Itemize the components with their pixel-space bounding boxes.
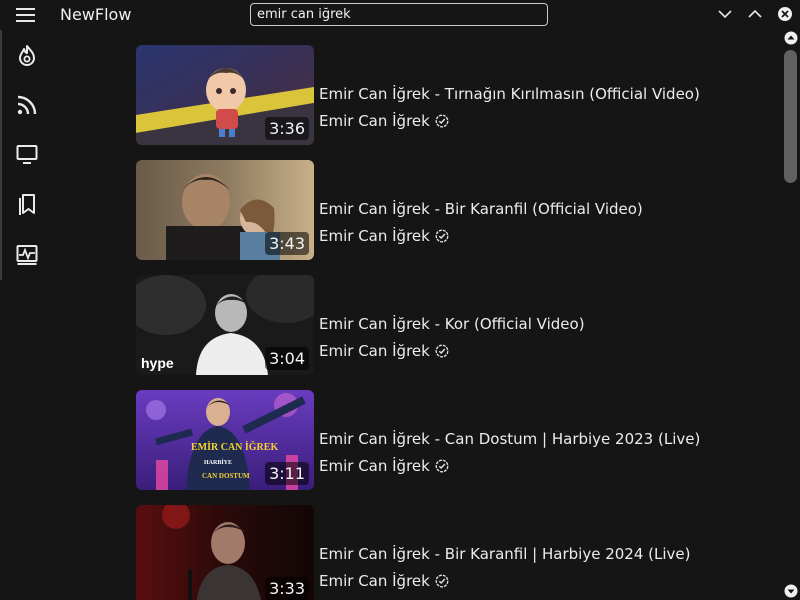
top-bar: NewFlow xyxy=(0,0,800,30)
video-item[interactable]: EMİR CAN İĞREK HARBİYE CAN DOSTUM 3:11 E… xyxy=(136,390,736,490)
channel-name: Emir Can İğrek xyxy=(319,572,430,590)
video-title[interactable]: Emir Can İğrek - Tırnağın Kırılmasın (Of… xyxy=(319,85,700,103)
video-channel[interactable]: Emir Can İğrek xyxy=(319,112,449,130)
thumb-logo: hype xyxy=(141,355,174,371)
thumb-song-text: CAN DOSTUM xyxy=(202,472,250,480)
video-title[interactable]: Emir Can İğrek - Bir Karanfil (Official … xyxy=(319,200,643,218)
video-duration: 3:43 xyxy=(265,232,309,255)
video-item[interactable]: hype 3:04 Emir Can İğrek - Kor (Official… xyxy=(136,275,736,375)
thumb-artist-text: EMİR CAN İĞREK xyxy=(191,442,279,453)
video-item[interactable]: 3:43 Emir Can İğrek - Bir Karanfil (Offi… xyxy=(136,160,736,260)
video-item[interactable]: 3:36 Emir Can İğrek - Tırnağın Kırılması… xyxy=(136,45,736,145)
video-channel[interactable]: Emir Can İğrek xyxy=(319,342,449,360)
video-duration: 3:36 xyxy=(265,117,309,140)
video-title[interactable]: Emir Can İğrek - Kor (Official Video) xyxy=(319,315,585,333)
channel-name: Emir Can İğrek xyxy=(319,112,430,130)
channel-name: Emir Can İğrek xyxy=(319,457,430,475)
video-title[interactable]: Emir Can İğrek - Bir Karanfil | Harbiye … xyxy=(319,545,690,563)
video-title[interactable]: Emir Can İğrek - Can Dostum | Harbiye 20… xyxy=(319,430,700,448)
scroll-up-icon[interactable] xyxy=(784,31,798,45)
video-thumbnail[interactable]: 3:33 xyxy=(136,505,314,600)
channel-name: Emir Can İğrek xyxy=(319,342,430,360)
video-thumbnail[interactable]: EMİR CAN İĞREK HARBİYE CAN DOSTUM 3:11 xyxy=(136,390,314,490)
thumb-venue-text: HARBİYE xyxy=(204,460,233,466)
video-thumbnail[interactable]: hype 3:04 xyxy=(136,275,314,375)
video-thumbnail[interactable]: 3:36 xyxy=(136,45,314,145)
close-icon[interactable] xyxy=(776,5,794,23)
verified-icon xyxy=(435,344,449,358)
verified-icon xyxy=(435,574,449,588)
channel-name: Emir Can İğrek xyxy=(319,227,430,245)
scroll-down-icon[interactable] xyxy=(784,584,798,598)
verified-icon xyxy=(435,229,449,243)
video-channel[interactable]: Emir Can İğrek xyxy=(319,572,449,590)
scrollbar-thumb[interactable] xyxy=(784,50,797,183)
video-duration: 3:04 xyxy=(265,347,309,370)
verified-icon xyxy=(435,114,449,128)
video-thumbnail[interactable]: 3:43 xyxy=(136,160,314,260)
video-channel[interactable]: Emir Can İğrek xyxy=(319,457,449,475)
chevron-down-icon[interactable] xyxy=(716,5,734,23)
video-item[interactable]: 3:33 Emir Can İğrek - Bir Karanfil | Har… xyxy=(136,505,736,600)
video-duration: 3:11 xyxy=(265,462,309,485)
search-input[interactable] xyxy=(257,5,537,23)
video-duration: 3:33 xyxy=(265,577,309,600)
chevron-up-icon[interactable] xyxy=(746,5,764,23)
verified-icon xyxy=(435,459,449,473)
search-box[interactable] xyxy=(250,3,548,26)
app-title: NewFlow xyxy=(60,5,132,24)
menu-icon[interactable] xyxy=(16,7,36,23)
video-channel[interactable]: Emir Can İğrek xyxy=(319,227,449,245)
search-results: 3:36 Emir Can İğrek - Tırnağın Kırılması… xyxy=(0,30,782,600)
